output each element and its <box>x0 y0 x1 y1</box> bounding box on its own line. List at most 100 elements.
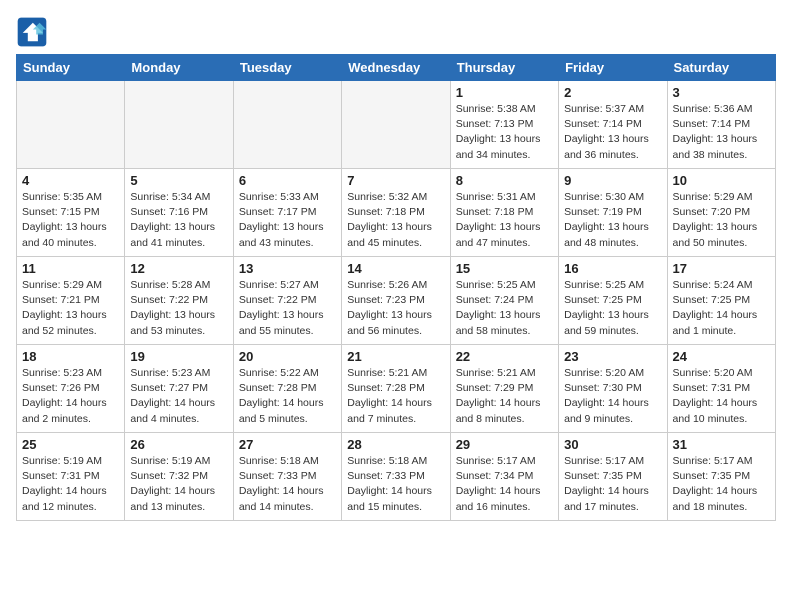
day-info: Sunrise: 5:29 AMSunset: 7:20 PMDaylight:… <box>673 190 770 251</box>
day-info: Sunrise: 5:27 AMSunset: 7:22 PMDaylight:… <box>239 278 336 339</box>
day-info: Sunrise: 5:33 AMSunset: 7:17 PMDaylight:… <box>239 190 336 251</box>
day-number: 14 <box>347 261 444 276</box>
day-number: 13 <box>239 261 336 276</box>
day-cell: 12 Sunrise: 5:28 AMSunset: 7:22 PMDayligh… <box>125 257 233 345</box>
day-info: Sunrise: 5:24 AMSunset: 7:25 PMDaylight:… <box>673 278 770 339</box>
day-cell: 7 Sunrise: 5:32 AMSunset: 7:18 PMDaylight… <box>342 169 450 257</box>
day-number: 17 <box>673 261 770 276</box>
day-cell: 11 Sunrise: 5:29 AMSunset: 7:21 PMDayligh… <box>17 257 125 345</box>
day-cell <box>17 81 125 169</box>
day-number: 2 <box>564 85 661 100</box>
logo <box>16 16 52 48</box>
day-cell: 9 Sunrise: 5:30 AMSunset: 7:19 PMDaylight… <box>559 169 667 257</box>
day-info: Sunrise: 5:36 AMSunset: 7:14 PMDaylight:… <box>673 102 770 163</box>
day-info: Sunrise: 5:18 AMSunset: 7:33 PMDaylight:… <box>347 454 444 515</box>
day-cell: 13 Sunrise: 5:27 AMSunset: 7:22 PMDayligh… <box>233 257 341 345</box>
day-info: Sunrise: 5:17 AMSunset: 7:34 PMDaylight:… <box>456 454 553 515</box>
day-cell: 27 Sunrise: 5:18 AMSunset: 7:33 PMDayligh… <box>233 433 341 521</box>
day-info: Sunrise: 5:21 AMSunset: 7:28 PMDaylight:… <box>347 366 444 427</box>
day-info: Sunrise: 5:21 AMSunset: 7:29 PMDaylight:… <box>456 366 553 427</box>
day-info: Sunrise: 5:32 AMSunset: 7:18 PMDaylight:… <box>347 190 444 251</box>
weekday-header-monday: Monday <box>125 55 233 81</box>
day-number: 15 <box>456 261 553 276</box>
day-info: Sunrise: 5:28 AMSunset: 7:22 PMDaylight:… <box>130 278 227 339</box>
day-cell <box>125 81 233 169</box>
day-cell: 5 Sunrise: 5:34 AMSunset: 7:16 PMDaylight… <box>125 169 233 257</box>
day-info: Sunrise: 5:25 AMSunset: 7:24 PMDaylight:… <box>456 278 553 339</box>
weekday-header-row: SundayMondayTuesdayWednesdayThursdayFrid… <box>17 55 776 81</box>
day-info: Sunrise: 5:20 AMSunset: 7:30 PMDaylight:… <box>564 366 661 427</box>
day-info: Sunrise: 5:31 AMSunset: 7:18 PMDaylight:… <box>456 190 553 251</box>
day-number: 5 <box>130 173 227 188</box>
calendar-table: SundayMondayTuesdayWednesdayThursdayFrid… <box>16 54 776 521</box>
day-cell: 28 Sunrise: 5:18 AMSunset: 7:33 PMDayligh… <box>342 433 450 521</box>
day-info: Sunrise: 5:17 AMSunset: 7:35 PMDaylight:… <box>564 454 661 515</box>
day-cell: 26 Sunrise: 5:19 AMSunset: 7:32 PMDayligh… <box>125 433 233 521</box>
day-cell: 25Sunrise: 5:19 AMSunset: 7:31 PMDayligh… <box>17 433 125 521</box>
day-number: 16 <box>564 261 661 276</box>
day-info: Sunrise: 5:34 AMSunset: 7:16 PMDaylight:… <box>130 190 227 251</box>
day-number: 18 <box>22 349 119 364</box>
day-cell <box>342 81 450 169</box>
day-cell: 16 Sunrise: 5:25 AMSunset: 7:25 PMDayligh… <box>559 257 667 345</box>
day-number: 31 <box>673 437 770 452</box>
day-number: 8 <box>456 173 553 188</box>
day-number: 21 <box>347 349 444 364</box>
day-number: 10 <box>673 173 770 188</box>
day-cell: 23 Sunrise: 5:20 AMSunset: 7:30 PMDayligh… <box>559 345 667 433</box>
day-info: Sunrise: 5:20 AMSunset: 7:31 PMDaylight:… <box>673 366 770 427</box>
week-row-1: 1Sunrise: 5:38 AMSunset: 7:13 PMDaylight… <box>17 81 776 169</box>
day-cell: 1Sunrise: 5:38 AMSunset: 7:13 PMDaylight… <box>450 81 558 169</box>
day-number: 12 <box>130 261 227 276</box>
day-cell: 21 Sunrise: 5:21 AMSunset: 7:28 PMDayligh… <box>342 345 450 433</box>
header-row <box>16 16 776 48</box>
week-row-3: 11 Sunrise: 5:29 AMSunset: 7:21 PMDayligh… <box>17 257 776 345</box>
day-info: Sunrise: 5:17 AMSunset: 7:35 PMDaylight:… <box>673 454 770 515</box>
day-number: 22 <box>456 349 553 364</box>
weekday-header-tuesday: Tuesday <box>233 55 341 81</box>
day-number: 6 <box>239 173 336 188</box>
day-cell: 8 Sunrise: 5:31 AMSunset: 7:18 PMDaylight… <box>450 169 558 257</box>
day-number: 11 <box>22 261 119 276</box>
day-number: 26 <box>130 437 227 452</box>
day-number: 1 <box>456 85 553 100</box>
day-info: Sunrise: 5:25 AMSunset: 7:25 PMDaylight:… <box>564 278 661 339</box>
day-number: 7 <box>347 173 444 188</box>
weekday-header-wednesday: Wednesday <box>342 55 450 81</box>
day-cell: 19 Sunrise: 5:23 AMSunset: 7:27 PMDayligh… <box>125 345 233 433</box>
day-info: Sunrise: 5:26 AMSunset: 7:23 PMDaylight:… <box>347 278 444 339</box>
day-info: Sunrise: 5:30 AMSunset: 7:19 PMDaylight:… <box>564 190 661 251</box>
day-number: 9 <box>564 173 661 188</box>
day-number: 27 <box>239 437 336 452</box>
day-number: 30 <box>564 437 661 452</box>
weekday-header-friday: Friday <box>559 55 667 81</box>
day-cell: 29Sunrise: 5:17 AMSunset: 7:34 PMDayligh… <box>450 433 558 521</box>
day-number: 28 <box>347 437 444 452</box>
day-info: Sunrise: 5:35 AMSunset: 7:15 PMDaylight:… <box>22 190 119 251</box>
day-info: Sunrise: 5:23 AMSunset: 7:26 PMDaylight:… <box>22 366 119 427</box>
day-cell: 30 Sunrise: 5:17 AMSunset: 7:35 PMDayligh… <box>559 433 667 521</box>
day-number: 25 <box>22 437 119 452</box>
day-cell: 3 Sunrise: 5:36 AMSunset: 7:14 PMDaylight… <box>667 81 775 169</box>
day-cell: 20Sunrise: 5:22 AMSunset: 7:28 PMDayligh… <box>233 345 341 433</box>
day-cell: 31 Sunrise: 5:17 AMSunset: 7:35 PMDayligh… <box>667 433 775 521</box>
day-number: 19 <box>130 349 227 364</box>
day-cell: 17 Sunrise: 5:24 AMSunset: 7:25 PMDayligh… <box>667 257 775 345</box>
calendar-container: SundayMondayTuesdayWednesdayThursdayFrid… <box>0 0 792 531</box>
day-cell: 18 Sunrise: 5:23 AMSunset: 7:26 PMDayligh… <box>17 345 125 433</box>
day-cell: 2 Sunrise: 5:37 AMSunset: 7:14 PMDaylight… <box>559 81 667 169</box>
day-info: Sunrise: 5:37 AMSunset: 7:14 PMDaylight:… <box>564 102 661 163</box>
day-info: Sunrise: 5:23 AMSunset: 7:27 PMDaylight:… <box>130 366 227 427</box>
day-number: 23 <box>564 349 661 364</box>
day-cell: 6 Sunrise: 5:33 AMSunset: 7:17 PMDaylight… <box>233 169 341 257</box>
day-cell: 10 Sunrise: 5:29 AMSunset: 7:20 PMDayligh… <box>667 169 775 257</box>
day-number: 24 <box>673 349 770 364</box>
day-number: 4 <box>22 173 119 188</box>
day-info: Sunrise: 5:19 AMSunset: 7:32 PMDaylight:… <box>130 454 227 515</box>
day-info: Sunrise: 5:29 AMSunset: 7:21 PMDaylight:… <box>22 278 119 339</box>
day-info: Sunrise: 5:22 AMSunset: 7:28 PMDaylight:… <box>239 366 336 427</box>
day-info: Sunrise: 5:18 AMSunset: 7:33 PMDaylight:… <box>239 454 336 515</box>
week-row-2: 4 Sunrise: 5:35 AMSunset: 7:15 PMDaylight… <box>17 169 776 257</box>
day-number: 3 <box>673 85 770 100</box>
day-cell: 4 Sunrise: 5:35 AMSunset: 7:15 PMDaylight… <box>17 169 125 257</box>
